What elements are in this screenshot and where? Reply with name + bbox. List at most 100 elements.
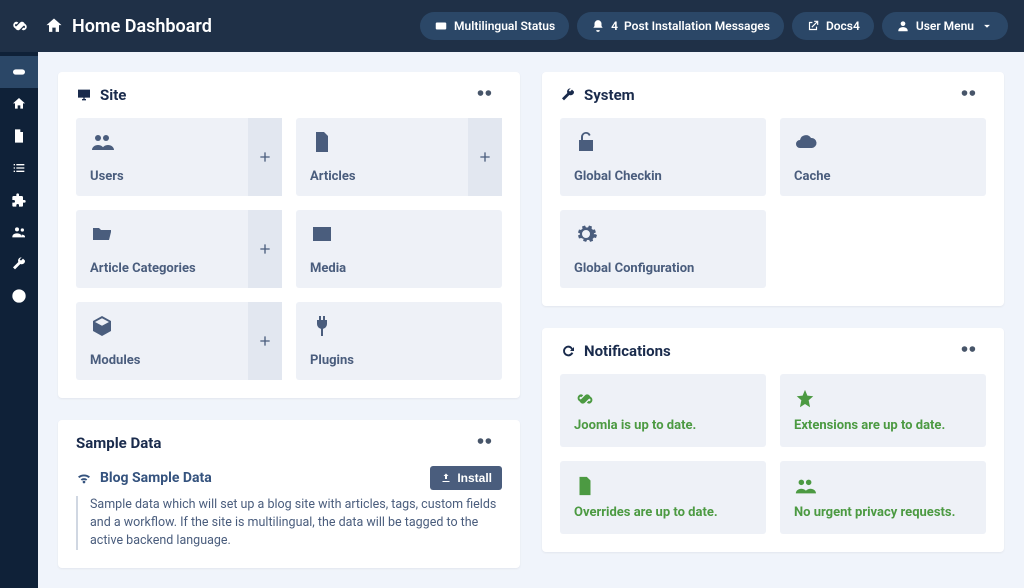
tile-articles-link[interactable]: Articles <box>296 118 468 196</box>
multilingual-label: Multilingual Status <box>454 19 555 33</box>
site-panel-title: Site <box>100 86 126 104</box>
tile-article-categories-label: Article Categories <box>90 261 234 276</box>
sample-data-header: Sample Data <box>58 420 520 466</box>
topbar: Home Dashboard Multilingual Status 4 Pos… <box>0 0 1024 52</box>
cube-icon <box>90 314 114 338</box>
page-title-text: Home Dashboard <box>72 16 212 37</box>
plus-icon <box>257 149 273 165</box>
wrench-icon <box>11 256 27 272</box>
sidebar-item-system[interactable] <box>0 248 38 280</box>
tile-plugins-link[interactable]: Plugins <box>296 302 502 380</box>
tile-cache-link[interactable]: Cache <box>780 118 986 196</box>
refresh-icon <box>560 343 576 359</box>
users-icon <box>11 224 27 240</box>
multilingual-status-button[interactable]: Multilingual Status <box>420 12 569 40</box>
folder-open-icon <box>90 222 114 246</box>
site-panel-header: Site <box>58 72 520 118</box>
post-install-count: 4 <box>611 19 618 33</box>
file-icon <box>574 475 596 497</box>
tile-global-config-label: Global Configuration <box>574 261 752 276</box>
tile-media-link[interactable]: Media <box>296 210 502 288</box>
tile-article-categories-link[interactable]: Article Categories <box>76 210 248 288</box>
page-title: Home Dashboard <box>44 16 212 37</box>
tile-articles-label: Articles <box>310 169 454 184</box>
sample-data-blog-title-text: Blog Sample Data <box>100 470 212 486</box>
docs-label: Docs4 <box>826 19 860 33</box>
install-button-label: Install <box>457 471 492 485</box>
tile-global-checkin: Global Checkin <box>560 118 766 196</box>
sample-data-panel: Sample Data Blog Sample Data <box>58 420 520 568</box>
tile-article-categories-add-button[interactable] <box>248 210 282 288</box>
system-panel-title: System <box>584 86 635 104</box>
language-icon <box>434 19 448 33</box>
home-icon <box>44 16 64 36</box>
desktop-icon <box>76 87 92 103</box>
sample-data-settings-button[interactable] <box>476 434 502 452</box>
puzzle-icon <box>11 192 27 208</box>
sample-data-blog-desc: Sample data which will set up a blog sit… <box>76 496 502 550</box>
tile-cache: Cache <box>780 118 986 196</box>
sidebar-item-menus[interactable] <box>0 152 38 184</box>
docs-button[interactable]: Docs4 <box>792 12 874 40</box>
sample-data-title: Sample Data <box>76 434 161 452</box>
external-link-icon <box>806 19 820 33</box>
chevron-down-icon <box>980 19 994 33</box>
info-icon <box>11 288 27 304</box>
notification-privacy-text: No urgent privacy requests. <box>794 505 972 520</box>
users-icon <box>90 130 114 154</box>
gear-icon <box>476 86 494 100</box>
sidebar-item-components[interactable] <box>0 184 38 216</box>
post-install-messages-button[interactable]: 4 Post Installation Messages <box>577 12 784 40</box>
post-install-label: Post Installation Messages <box>624 19 770 33</box>
user-menu-label: User Menu <box>916 19 974 33</box>
tile-users-link[interactable]: Users <box>76 118 248 196</box>
tile-cache-label: Cache <box>794 169 972 184</box>
site-panel: Site Users Articl <box>58 72 520 398</box>
sidebar-item-help[interactable] <box>0 280 38 312</box>
sidebar-item-dashboard[interactable] <box>0 56 38 88</box>
user-icon <box>896 19 910 33</box>
tile-modules-add-button[interactable] <box>248 302 282 380</box>
main-content: Site Users Articl <box>38 52 1024 588</box>
tile-modules-label: Modules <box>90 353 234 368</box>
notification-privacy: No urgent privacy requests. <box>780 461 986 534</box>
tile-media-label: Media <box>310 261 488 276</box>
tile-users: Users <box>76 118 282 196</box>
tile-global-checkin-link[interactable]: Global Checkin <box>560 118 766 196</box>
users-icon <box>794 475 816 497</box>
tile-article-categories: Article Categories <box>76 210 282 288</box>
cloud-icon <box>794 130 818 154</box>
install-blog-sample-button[interactable]: Install <box>430 466 502 490</box>
wrench-icon <box>560 87 576 103</box>
notifications-panel-settings-button[interactable] <box>960 342 986 360</box>
tile-modules-link[interactable]: Modules <box>76 302 248 380</box>
sample-data-blog-title: Blog Sample Data <box>76 470 212 486</box>
joomla-logo-icon[interactable] <box>8 14 32 38</box>
toggle-icon <box>11 64 27 80</box>
site-panel-settings-button[interactable] <box>476 86 502 104</box>
gear-icon <box>960 86 978 100</box>
upload-icon <box>440 472 452 484</box>
tile-global-checkin-label: Global Checkin <box>574 169 752 184</box>
sidebar-item-users[interactable] <box>0 216 38 248</box>
sidebar-item-home[interactable] <box>0 88 38 120</box>
system-panel: System Global Checkin Cache <box>542 72 1004 306</box>
notification-joomla-text: Joomla is up to date. <box>574 418 752 433</box>
system-panel-settings-button[interactable] <box>960 86 986 104</box>
notifications-panel: Notifications Joomla is up to date. Exte… <box>542 328 1004 552</box>
plus-icon <box>257 241 273 257</box>
sample-data-blog-row: Blog Sample Data Install Sample data whi… <box>76 466 502 550</box>
user-menu-button[interactable]: User Menu <box>882 12 1008 40</box>
sidebar-item-content[interactable] <box>0 120 38 152</box>
notifications-panel-title: Notifications <box>584 342 671 360</box>
notification-joomla: Joomla is up to date. <box>560 374 766 447</box>
plus-icon <box>477 149 493 165</box>
tile-global-config: Global Configuration <box>560 210 766 288</box>
gear-icon <box>960 342 978 356</box>
unlock-icon <box>574 130 598 154</box>
tile-articles-add-button[interactable] <box>468 118 502 196</box>
tile-global-config-link[interactable]: Global Configuration <box>560 210 766 288</box>
list-icon <box>11 160 27 176</box>
file-icon <box>310 130 334 154</box>
tile-users-add-button[interactable] <box>248 118 282 196</box>
